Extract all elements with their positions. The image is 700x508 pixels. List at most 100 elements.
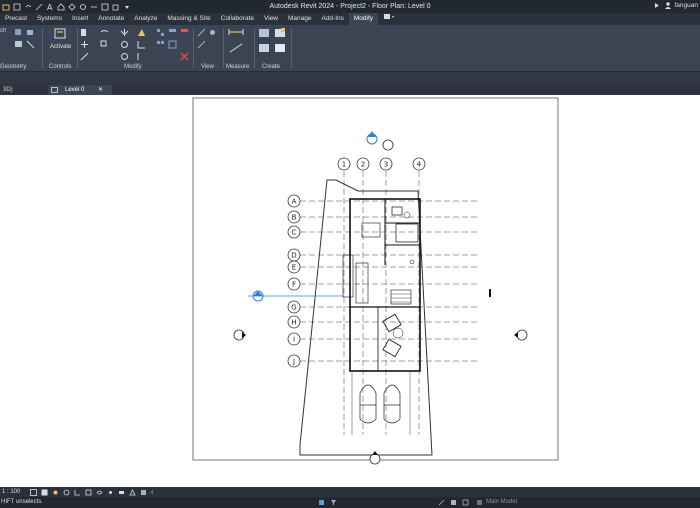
grid-bubble-4[interactable]: 4 bbox=[412, 157, 426, 171]
scale-icon[interactable] bbox=[168, 40, 177, 49]
split-icon[interactable] bbox=[156, 28, 165, 37]
exchange-icon[interactable] bbox=[654, 1, 661, 10]
rotate-icon[interactable] bbox=[120, 40, 129, 49]
contextual-tab-icon[interactable] bbox=[378, 13, 400, 25]
elevation-marker-east[interactable] bbox=[514, 329, 528, 341]
svg-text:A: A bbox=[292, 198, 297, 206]
elevation-marker-west[interactable] bbox=[248, 290, 344, 302]
detail-level-icon[interactable] bbox=[30, 488, 37, 496]
activate-button[interactable]: Activate bbox=[50, 44, 71, 50]
extend-icon[interactable] bbox=[137, 52, 146, 61]
tab-modify[interactable]: Modify bbox=[348, 13, 379, 25]
grid-bubble-i[interactable]: I bbox=[287, 332, 301, 346]
tab-insert[interactable]: Insert bbox=[67, 13, 93, 25]
collapse-view-bar[interactable]: ‹ bbox=[151, 489, 153, 496]
visual-style-icon[interactable] bbox=[41, 489, 48, 496]
crop-region[interactable] bbox=[192, 97, 559, 461]
elevation-marker-westside[interactable] bbox=[233, 329, 246, 341]
filter-icon[interactable] bbox=[330, 499, 337, 506]
tab-view[interactable]: View bbox=[259, 13, 283, 25]
drawing-canvas[interactable]: 1 2 3 4 A B C D E F G H I J bbox=[0, 95, 700, 487]
offset-icon[interactable] bbox=[100, 28, 109, 37]
grid-bubble-h[interactable]: H bbox=[287, 315, 301, 329]
svg-text:D: D bbox=[291, 252, 296, 260]
building-walls[interactable] bbox=[342, 198, 421, 372]
tab-precast[interactable]: Precast bbox=[0, 13, 32, 25]
floor-plan-drawing[interactable]: 1 2 3 4 A B C D E F G H I J bbox=[0, 95, 700, 487]
create-group-icon[interactable] bbox=[257, 42, 271, 54]
tab-collaborate[interactable]: Collaborate bbox=[216, 13, 259, 25]
pin-icon[interactable] bbox=[168, 28, 177, 37]
unpin-icon[interactable] bbox=[180, 28, 189, 37]
wall-joins-icon[interactable] bbox=[26, 40, 35, 49]
copy-icon[interactable] bbox=[100, 40, 109, 49]
override-icon[interactable] bbox=[208, 28, 217, 37]
view-tabs: 3D) Level 0 ✕ bbox=[0, 84, 700, 95]
grid-bubble-a[interactable]: A bbox=[287, 194, 301, 208]
design-option-icon[interactable] bbox=[476, 499, 483, 506]
grid-bubble-d[interactable]: D bbox=[287, 248, 301, 262]
tab-manage[interactable]: Manage bbox=[283, 13, 317, 25]
site-boundary[interactable] bbox=[299, 179, 433, 456]
svg-text:B: B bbox=[292, 214, 297, 222]
create-parts-icon[interactable] bbox=[273, 27, 287, 39]
hide-icon[interactable] bbox=[197, 28, 206, 37]
highlight-displacement-icon[interactable] bbox=[140, 489, 147, 496]
tab-annotate[interactable]: Annotate bbox=[93, 13, 129, 25]
linework-icon[interactable] bbox=[197, 40, 206, 49]
dimension-icon[interactable] bbox=[228, 42, 244, 54]
move-icon[interactable] bbox=[80, 40, 89, 49]
split-face-icon[interactable] bbox=[120, 52, 129, 61]
sun-path-icon[interactable] bbox=[52, 489, 59, 496]
reveal-hidden-icon[interactable] bbox=[107, 489, 114, 496]
grid-bubble-3[interactable]: 3 bbox=[379, 157, 393, 171]
editable-only-icon[interactable] bbox=[450, 499, 457, 506]
measure-between-icon[interactable] bbox=[228, 28, 244, 37]
tab-massing-site[interactable]: Massing & Site bbox=[162, 13, 215, 25]
parking-cars[interactable] bbox=[359, 384, 401, 424]
grid-bubble-j[interactable]: J bbox=[287, 354, 301, 368]
activate-icon[interactable] bbox=[53, 27, 67, 41]
user-name[interactable]: fanguan bbox=[675, 2, 699, 9]
mirror-icon[interactable] bbox=[120, 28, 129, 37]
select-links-icon[interactable] bbox=[462, 499, 469, 506]
tab-add-ins[interactable]: Add-Ins bbox=[316, 13, 348, 25]
worksharing-icon[interactable] bbox=[118, 489, 125, 496]
analytical-model-icon[interactable] bbox=[129, 488, 136, 496]
elevation-marker-south[interactable] bbox=[369, 451, 381, 465]
title-right: fanguan bbox=[654, 1, 699, 10]
align-icon[interactable] bbox=[80, 28, 89, 37]
grid-lines-vertical bbox=[343, 171, 420, 435]
design-options-icon[interactable] bbox=[438, 499, 445, 506]
close-tab-icon[interactable]: ✕ bbox=[98, 87, 103, 93]
join-icon[interactable] bbox=[14, 40, 23, 49]
delete-icon[interactable] bbox=[180, 52, 189, 61]
mirror-draw-icon[interactable] bbox=[137, 28, 146, 37]
copy-clipboard-icon[interactable] bbox=[80, 52, 89, 61]
cope-icon[interactable] bbox=[14, 28, 23, 37]
grid-bubble-g[interactable]: G bbox=[287, 300, 301, 314]
create-assembly-icon[interactable] bbox=[257, 27, 271, 39]
scale-selector[interactable]: 1 : 100 bbox=[2, 489, 26, 495]
array-icon[interactable] bbox=[156, 40, 165, 49]
worksets-icon[interactable] bbox=[318, 499, 325, 506]
show-crop-icon[interactable] bbox=[85, 489, 92, 496]
grid-bubble-1[interactable]: 1 bbox=[337, 157, 351, 171]
grid-bubble-b[interactable]: B bbox=[287, 210, 301, 224]
cut-geometry-icon[interactable] bbox=[26, 28, 35, 37]
elevation-marker-north[interactable] bbox=[366, 131, 394, 151]
tab-analyze[interactable]: Analyze bbox=[129, 13, 162, 25]
temporary-hide-icon[interactable] bbox=[96, 489, 103, 496]
active-model[interactable]: Main Model bbox=[486, 497, 517, 508]
grid-bubble-2[interactable]: 2 bbox=[356, 157, 370, 171]
crop-view-icon[interactable] bbox=[74, 489, 81, 496]
tab-systems[interactable]: Systems bbox=[32, 13, 67, 25]
shadows-icon[interactable] bbox=[63, 489, 70, 496]
user-icon[interactable] bbox=[664, 1, 672, 10]
create-similar-icon[interactable] bbox=[273, 42, 287, 54]
grid-bubble-f[interactable]: F bbox=[287, 277, 301, 291]
trim-icon[interactable] bbox=[137, 40, 146, 49]
view-tab-3d[interactable]: 3D) bbox=[0, 85, 16, 95]
grid-bubble-e[interactable]: E bbox=[287, 260, 301, 274]
grid-bubble-c[interactable]: C bbox=[287, 225, 301, 239]
